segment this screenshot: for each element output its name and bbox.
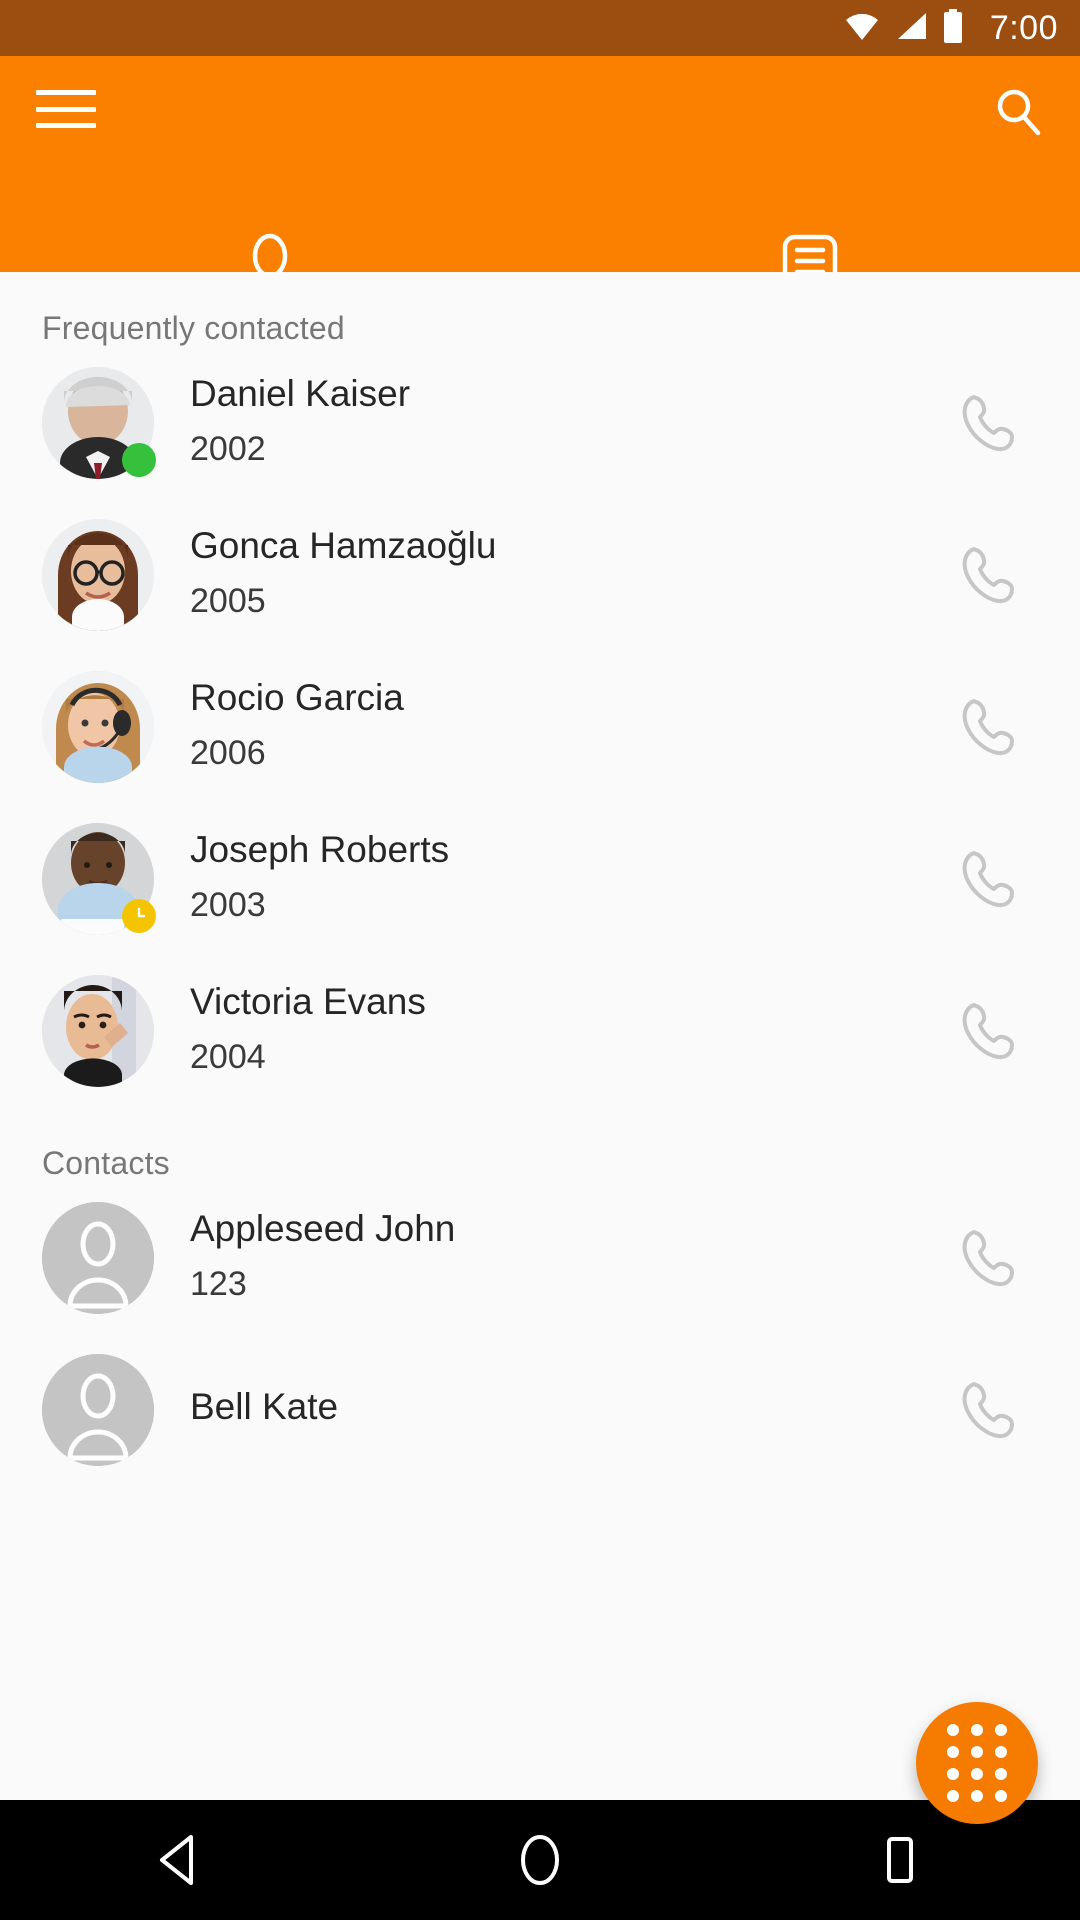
app-bar [0,56,1080,328]
avatar [42,975,154,1087]
dialpad-dot [971,1768,983,1780]
avatar-photo-woman-headset [42,671,154,783]
status-bar-icons [844,8,964,48]
contact-extension: 2006 [190,733,266,772]
phone-handset-icon[interactable] [952,995,1024,1067]
section-header-frequently-contacted: Frequently contacted [42,310,345,346]
contact-text: Rocio Garcia 2006 [190,675,952,780]
avatar [42,671,154,783]
dialpad-dot [971,1724,983,1736]
dialpad-dot [995,1790,1007,1802]
avatar-default-person-placeholder [42,1354,154,1466]
dialpad-dot [947,1746,959,1758]
avatar-default-person-placeholder [42,1202,154,1314]
contact-row[interactable]: Gonca Hamzaoğlu 2005 [0,499,1080,651]
contact-row[interactable]: Rocio Garcia 2006 [0,651,1080,803]
avatar-photo-woman-glasses [42,519,154,631]
section-header-contacts: Contacts [42,1145,170,1181]
contact-row[interactable]: Daniel Kaiser 2002 [0,347,1080,499]
dialpad-dot [947,1768,959,1780]
avatar [42,1202,154,1314]
status-bar: 7:00 [0,0,1080,56]
avatar [42,1354,154,1466]
battery-icon [942,8,964,48]
hamburger-menu-icon[interactable] [36,86,96,132]
contact-extension: 2003 [190,885,266,924]
contact-name: Daniel Kaiser [190,372,411,414]
contact-name: Bell Kate [190,1385,339,1427]
recents-square-icon[interactable] [855,1815,945,1905]
phone-handset-icon[interactable] [952,1222,1024,1294]
status-bar-time: 7:00 [989,8,1058,47]
contact-name: Victoria Evans [190,980,426,1022]
menu-line-1 [36,90,96,95]
contact-text: Daniel Kaiser 2002 [190,371,952,476]
phone-handset-icon[interactable] [952,387,1024,459]
dialpad-dot [995,1746,1007,1758]
phone-handset-icon[interactable] [952,539,1024,611]
contact-name: Appleseed John [190,1207,456,1249]
contact-extension: 2002 [190,429,266,468]
dialpad-dot [947,1790,959,1802]
dialpad-dot [971,1746,983,1758]
menu-line-3 [36,123,96,128]
app-bar-top [0,56,1080,172]
phone-screen: 7:00 Frequently contacted Daniel Kaiser … [0,0,1080,1920]
contact-row[interactable]: Bell Kate [0,1334,1080,1486]
dialpad-button[interactable] [916,1702,1038,1824]
contact-name: Rocio Garcia [190,676,404,718]
contact-name: Gonca Hamzaoğlu [190,524,497,566]
contacts-list[interactable]: Frequently contacted Daniel Kaiser 2002 … [0,272,1080,1800]
contact-row[interactable]: Appleseed John 123 [0,1182,1080,1334]
cellular-signal-icon [894,11,928,46]
contact-text: Gonca Hamzaoğlu 2005 [190,523,952,628]
avatar-photo-woman-phone [42,975,154,1087]
contact-row[interactable]: Victoria Evans 2004 [0,955,1080,1107]
phone-handset-icon[interactable] [952,691,1024,763]
contact-row[interactable]: Joseph Roberts 2003 [0,803,1080,955]
contact-text: Victoria Evans 2004 [190,979,952,1084]
phone-handset-icon[interactable] [952,1374,1024,1446]
dialpad-dot [947,1724,959,1736]
avatar [42,823,156,935]
menu-line-2 [36,106,96,112]
back-triangle-icon[interactable] [135,1815,225,1905]
dialpad-icon [947,1724,1007,1802]
contact-name: Joseph Roberts [190,828,450,870]
contact-extension: 123 [190,1264,247,1303]
contact-text: Appleseed John 123 [190,1206,952,1311]
contact-text: Bell Kate [190,1384,952,1436]
status-badge [122,899,156,933]
status-badge [122,443,156,477]
dialpad-dot [995,1768,1007,1780]
avatar [42,367,156,479]
dialpad-dot [971,1790,983,1802]
home-circle-icon[interactable] [495,1815,585,1905]
phone-handset-icon[interactable] [952,843,1024,915]
search-icon[interactable] [990,84,1046,140]
wifi-icon [844,11,880,46]
contact-extension: 2004 [190,1037,266,1076]
contact-extension: 2005 [190,581,266,620]
dialpad-dot [995,1724,1007,1736]
contact-text: Joseph Roberts 2003 [190,827,952,932]
android-nav-bar [0,1800,1080,1920]
avatar [42,519,154,631]
